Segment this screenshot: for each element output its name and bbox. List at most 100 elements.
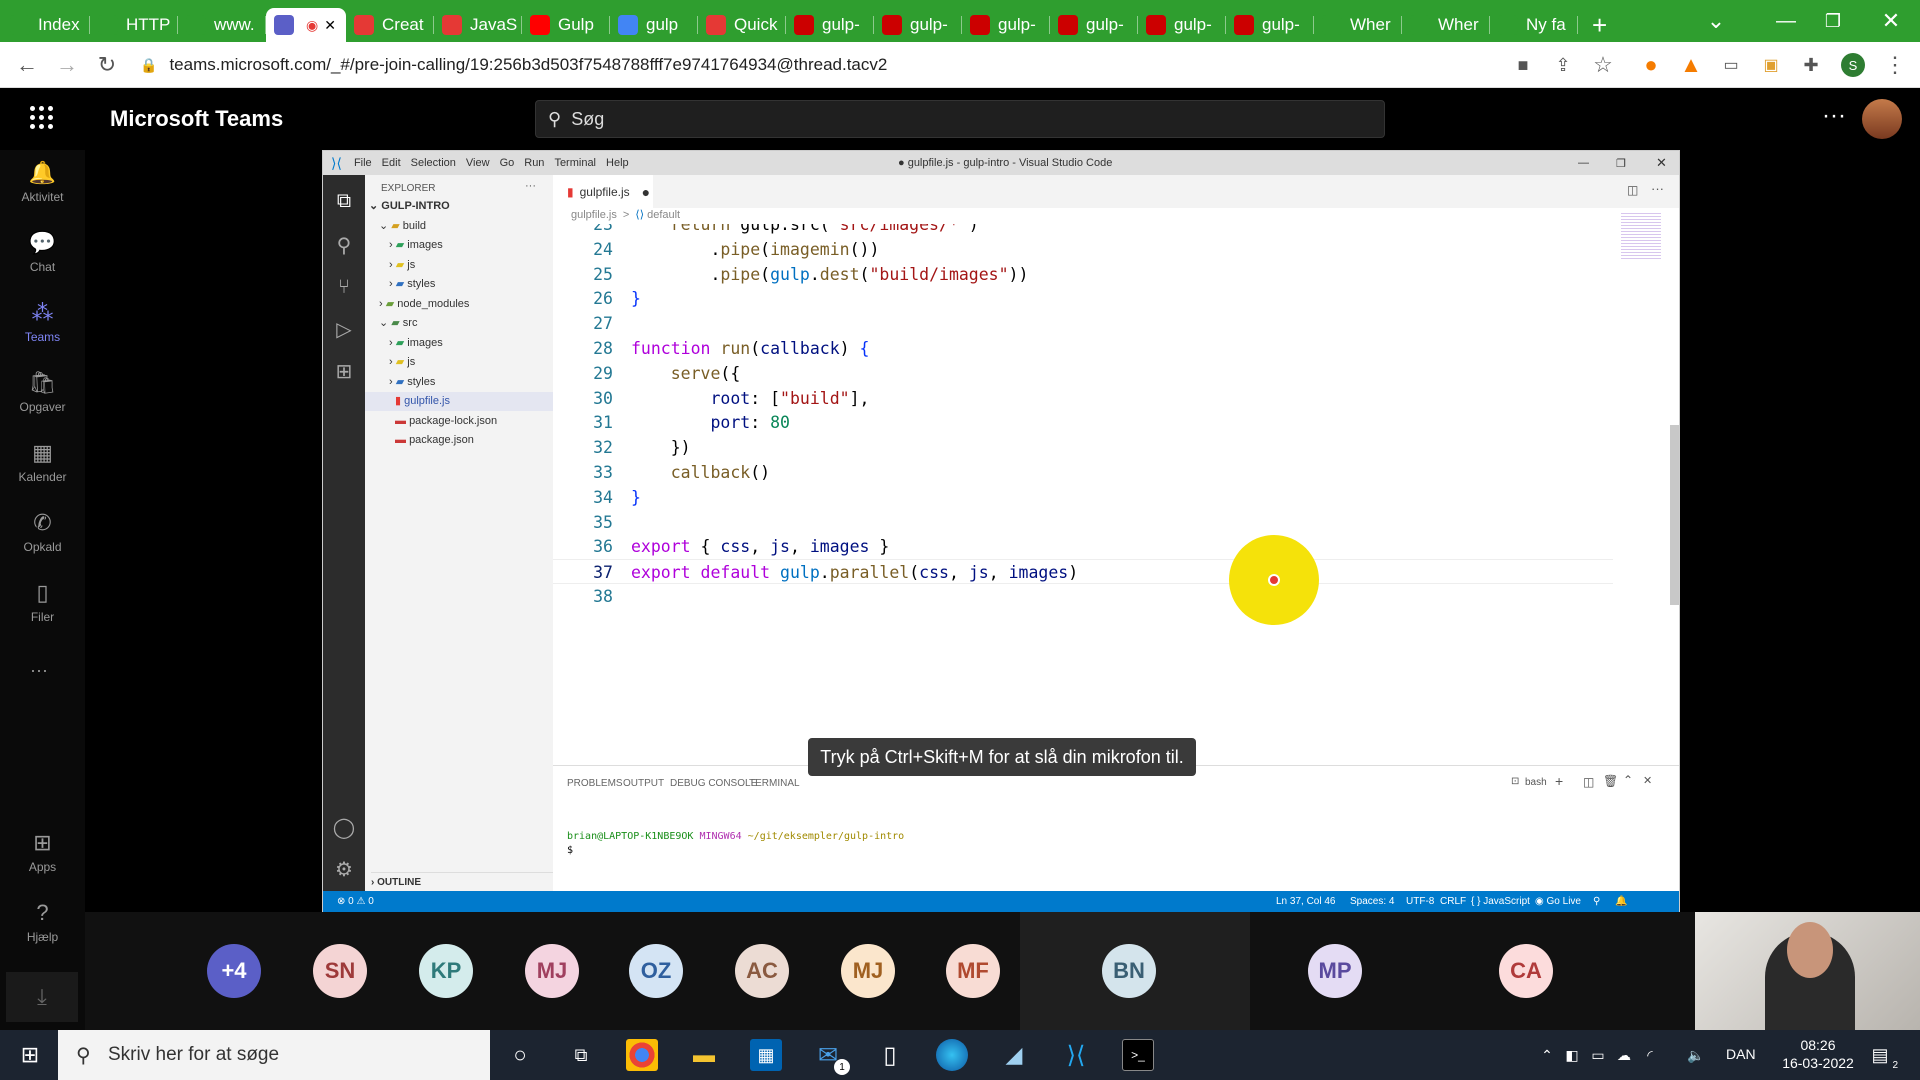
cortana-circle-icon[interactable]: ○ [504,1039,536,1071]
tree-folder[interactable]: ⌄ ▰ src [365,314,553,333]
edge-icon[interactable] [936,1039,968,1071]
menu-go[interactable]: Go [500,157,515,169]
chrome-icon[interactable] [626,1039,658,1071]
menu-help[interactable]: Help [606,157,629,169]
line-ending[interactable]: CRLF [1440,896,1466,907]
explorer-more-icon[interactable]: ··· [525,177,545,196]
trash-icon[interactable]: 🗑 [1603,774,1618,788]
minimize-button[interactable]: — [1763,0,1809,42]
extension-2-icon[interactable]: ▲ [1676,50,1706,80]
editor-tab-gulpfile[interactable]: ▮ gulpfile.js ● [553,175,653,208]
download-icon[interactable]: ⤓ [6,972,78,1022]
menu-edit[interactable]: Edit [382,157,401,169]
extensions-icon[interactable]: ⊞ [332,359,356,383]
browser-tab[interactable]: gulp- [962,8,1050,42]
run-debug-icon[interactable]: ▷ [332,317,356,341]
browser-tab[interactable]: Wher [1314,8,1402,42]
participant-avatar[interactable]: SN [313,944,367,998]
participant-avatar[interactable]: MJ [525,944,579,998]
rail-item-filer[interactable]: ▯ Filer [0,580,85,624]
search-box[interactable]: ⚲ Søg [535,100,1385,138]
browser-tab[interactable]: Quick [698,8,786,42]
outline-section[interactable]: › OUTLINE [371,872,559,891]
manage-gear-icon[interactable]: ⚙ [332,857,356,881]
broadcast-icon[interactable]: ⚲ [1593,896,1600,907]
browser-tab[interactable]: gulp- [1050,8,1138,42]
go-live[interactable]: ◉ Go Live [1535,896,1581,907]
close-panel-icon[interactable]: ✕ [1643,774,1652,787]
participant-avatar[interactable]: BN [1102,944,1156,998]
participant-avatar[interactable]: OZ [629,944,683,998]
tree-folder[interactable]: › ▰ images [365,334,553,353]
tree-folder[interactable]: ⌄ ▰ build [365,217,553,236]
participant-avatar[interactable]: MJ [841,944,895,998]
menu-file[interactable]: File [354,157,372,169]
rail-item-chat[interactable]: 💬 Chat [0,230,85,274]
source-control-icon[interactable]: ⑂ [332,275,356,299]
notification-center-icon[interactable]: ▤ 2 [1864,1039,1898,1072]
app-launcher-icon[interactable] [30,106,54,130]
taskbar-search[interactable]: ⚲ Skriv her for at søge [58,1030,490,1080]
onedrive-cloud-icon[interactable]: ☁ [1612,1039,1636,1071]
rail-item-apps[interactable]: ⊞ Apps [0,830,85,874]
tree-file[interactable]: ▬ package-lock.json [365,412,553,431]
mail-icon[interactable]: ✉ 1 [812,1039,850,1075]
self-video-tile[interactable] [1695,912,1920,1030]
browser-tab[interactable]: HTTP [90,8,178,42]
close-tab-icon[interactable]: ✕ [324,17,336,34]
extension-4-icon[interactable]: ▣ [1756,50,1786,80]
browser-tab[interactable]: www. [178,8,266,42]
rail-item-opgaver[interactable]: 🛍 Opgaver [0,370,85,414]
vscode-close-icon[interactable]: ✕ [1656,155,1667,171]
menu-view[interactable]: View [466,157,490,169]
camera-icon[interactable]: ■ [1508,50,1538,80]
meet-now-icon[interactable]: ◧ [1560,1039,1584,1071]
notepad-icon[interactable]: ▯ [874,1039,906,1071]
menu-selection[interactable]: Selection [411,157,456,169]
browser-tab[interactable]: Ny fa [1490,8,1578,42]
more-options-icon[interactable]: ··· [1822,102,1846,130]
restore-button[interactable]: ❐ [1810,0,1856,42]
user-avatar[interactable] [1862,99,1902,139]
indentation[interactable]: Spaces: 4 [1350,896,1394,907]
more-participants-badge[interactable]: +4 [207,944,261,998]
participant-avatar[interactable]: CA [1499,944,1553,998]
address-bar[interactable]: 🔒 teams.microsoft.com/_#/pre-join-callin… [140,48,1510,82]
unsaved-dot-icon[interactable]: ● [642,184,650,200]
encoding[interactable]: UTF-8 [1406,896,1434,907]
panel-tab-problems[interactable]: PROBLEMS [567,778,623,789]
participant-avatar[interactable]: MF [946,944,1000,998]
tree-root[interactable]: ⌄ GULP-INTRO [365,197,553,216]
browser-tab[interactable]: Index [2,8,90,42]
tab-search-chevron-icon[interactable]: ⌄ [1693,0,1739,42]
breadcrumb-symbol[interactable]: default [647,209,680,221]
panel-tab-output[interactable]: OUTPUT [623,778,664,789]
rail-item-aktivitet[interactable]: 🔔 Aktivitet [0,160,85,204]
editor-more-icon[interactable]: ··· [1651,181,1664,196]
vertical-scrollbar[interactable] [1670,425,1679,605]
extension-3-icon[interactable]: ▭ [1716,50,1746,80]
maximize-panel-icon[interactable]: ⌃ [1623,773,1633,787]
browser-tab[interactable]: Wher [1402,8,1490,42]
close-window-button[interactable]: ✕ [1868,0,1914,42]
language-mode[interactable]: { } JavaScript [1471,896,1530,907]
menu-terminal[interactable]: Terminal [554,157,596,169]
show-hidden-icons-chevron[interactable]: ⌃ [1535,1039,1559,1071]
snipping-tool-icon[interactable]: ◢ [998,1039,1030,1071]
panel-tab-terminal[interactable]: TERMINAL [749,778,800,789]
participant-avatar[interactable]: MP [1308,944,1362,998]
new-terminal-icon[interactable]: + [1555,773,1563,789]
clock[interactable]: 08:26 16-03-2022 [1778,1036,1858,1072]
minimap[interactable] [1621,211,1661,259]
tree-folder[interactable]: › ▰ styles [365,275,553,294]
extension-1-icon[interactable]: ● [1636,50,1666,80]
rail-item-kalender[interactable]: ▦ Kalender [0,440,85,484]
breadcrumb-file[interactable]: gulpfile.js [571,209,617,221]
accounts-icon[interactable]: ◯ [332,815,356,839]
back-arrow-icon[interactable]: ← [12,50,42,80]
rail-item-hjælp[interactable]: ? Hjælp [0,900,85,944]
terminal-taskbar-icon[interactable]: >_ [1122,1039,1154,1071]
volume-icon[interactable]: 🔈 [1684,1039,1708,1071]
browser-tab[interactable]: gulp- [1226,8,1314,42]
browser-tab[interactable]: JavaS [434,8,522,42]
